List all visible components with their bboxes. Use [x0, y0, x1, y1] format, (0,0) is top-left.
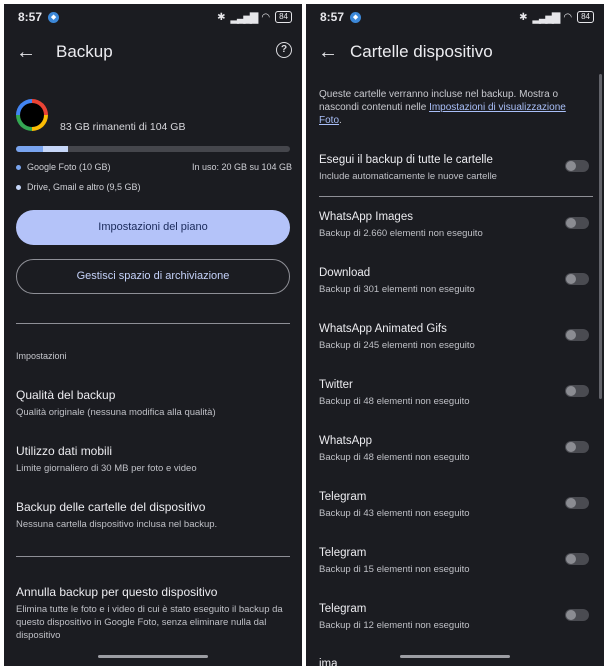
app-bar: ← Cartelle dispositivo [306, 30, 604, 74]
item-title: Utilizzo dati mobili [16, 444, 113, 458]
folder-name: Telegram [319, 491, 367, 503]
legend-other: Drive, Gmail e altro (9,5 GB) [16, 182, 141, 192]
storage-bar [16, 146, 290, 152]
legend-dot-other [16, 185, 21, 191]
folder-backup-toggle[interactable] [565, 217, 589, 229]
item-title: Backup delle cartelle del dispositivo [16, 500, 206, 514]
folder-status: Backup di 15 elementi non eseguito [319, 564, 470, 575]
folder-name: Twitter [319, 379, 353, 391]
status-bar: 8:57 ◆ ✱ ▂▃▅▇ ◠ 84 [306, 4, 604, 30]
help-icon[interactable]: ? [276, 42, 292, 58]
storage-bar-other [43, 146, 69, 152]
notification-icon: ◆ [350, 11, 362, 23]
back-arrow-icon[interactable]: ← [4, 41, 48, 64]
folder-backup-toggle[interactable] [565, 273, 589, 285]
signal-icon: ▂▃▅▇ [532, 11, 561, 24]
folder-status: Backup di 2.660 elementi non eseguito [319, 228, 483, 239]
storage-remaining: 83 GB rimanenti di 104 GB [60, 121, 186, 133]
legend-other-label: Drive, Gmail e altro (9,5 GB) [27, 182, 141, 192]
folder-backup-toggle[interactable] [565, 553, 589, 565]
bluetooth-icon: ✱ [217, 11, 226, 23]
folder-backup-toggle[interactable] [565, 385, 589, 397]
folder-row[interactable]: Twitter Backup di 48 elementi non eseguit… [319, 379, 589, 407]
google-account-avatar[interactable] [16, 99, 48, 131]
item-subtitle: Limite giornaliero di 30 MB per foto e v… [16, 463, 197, 474]
divider [319, 196, 593, 197]
folder-row[interactable]: Telegram Backup di 15 elementi non esegui… [319, 547, 589, 575]
folder-backup-toggle[interactable] [565, 441, 589, 453]
intro-text: Queste cartelle verranno incluse nel bac… [319, 88, 591, 127]
folder-name: Download [319, 267, 371, 279]
cancel-backup-item[interactable]: Annulla backup per questo dispositivo El… [16, 585, 292, 642]
page-title: Cartelle dispositivo [350, 42, 493, 61]
folder-row[interactable]: WhatsApp Backup di 48 elementi non esegui… [319, 435, 589, 463]
item-subtitle: Qualità originale (nessuna modifica alla… [16, 407, 216, 418]
folder-status: Backup di 301 elementi non eseguito [319, 284, 475, 295]
folder-status: Backup di 12 elementi non eseguito [319, 620, 470, 631]
status-time: 8:57 [18, 10, 43, 24]
battery-icon: 84 [275, 11, 292, 23]
folder-row[interactable]: Download Backup di 301 elementi non esegu… [319, 267, 589, 295]
item-title: Annulla backup per questo dispositivo [16, 585, 218, 599]
back-arrow-icon[interactable]: ← [306, 41, 350, 64]
wifi-icon: ◠ [261, 11, 271, 23]
folder-status: Backup di 48 elementi non eseguito [319, 396, 470, 407]
status-bar: 8:57 ◆ ✱ ▂▃▅▇ ◠ 84 [4, 4, 302, 30]
backup-all-toggle[interactable] [565, 160, 589, 172]
notification-icon: ◆ [48, 11, 60, 23]
home-indicator[interactable] [98, 655, 208, 658]
folder-status: Backup di 43 elementi non eseguito [319, 508, 470, 519]
folder-row[interactable]: WhatsApp Images Backup di 2.660 elementi … [319, 211, 589, 239]
folder-row[interactable]: Telegram Backup di 12 elementi non esegui… [319, 603, 589, 631]
intro-end: . [339, 115, 342, 126]
wifi-icon: ◠ [563, 11, 573, 23]
item-title: Qualità del backup [16, 388, 116, 402]
mobile-data-item[interactable]: Utilizzo dati mobili Limite giornaliero … [16, 444, 292, 475]
section-header-settings: Impostazioni [16, 351, 67, 361]
divider [16, 323, 290, 324]
page-title: Backup [56, 42, 113, 61]
bluetooth-icon: ✱ [519, 11, 528, 23]
legend-photos: Google Foto (10 GB) [16, 162, 111, 172]
home-indicator[interactable] [400, 655, 510, 658]
storage-bar-photos [16, 146, 44, 152]
folder-backup-toggle[interactable] [565, 329, 589, 341]
status-time: 8:57 [320, 10, 345, 24]
device-folders-item[interactable]: Backup delle cartelle del dispositivo Ne… [16, 500, 292, 531]
folder-row[interactable]: Telegram Backup di 43 elementi non esegui… [319, 491, 589, 519]
folder-status: Backup di 48 elementi non eseguito [319, 452, 470, 463]
item-subtitle: Nessuna cartella dispositivo inclusa nel… [16, 519, 218, 530]
folder-name: Telegram [319, 547, 367, 559]
divider [16, 556, 290, 557]
folder-name: WhatsApp [319, 435, 373, 447]
backup-screen: 8:57 ◆ ✱ ▂▃▅▇ ◠ 84 ← Backup ? 83 GB rima… [4, 4, 302, 666]
folder-name: WhatsApp Animated Gifs [319, 323, 447, 335]
storage-in-use: In uso: 20 GB su 104 GB [191, 162, 292, 172]
signal-icon: ▂▃▅▇ [230, 11, 259, 24]
folder-name: WhatsApp Images [319, 211, 413, 223]
folder-status: Backup di 245 elementi non eseguito [319, 340, 475, 351]
folder-backup-toggle[interactable] [565, 609, 589, 621]
backup-quality-item[interactable]: Qualità del backup Qualità originale (ne… [16, 388, 292, 419]
legend-photos-label: Google Foto (10 GB) [27, 162, 111, 172]
row-subtitle: Include automaticamente le nuove cartell… [319, 171, 497, 182]
battery-icon: 84 [577, 11, 594, 23]
app-bar: ← Backup ? [4, 30, 302, 74]
row-title: Esegui il backup di tutte le cartelle [319, 154, 493, 166]
folder-backup-toggle[interactable] [565, 497, 589, 509]
folder-row[interactable]: WhatsApp Animated Gifs Backup di 245 elem… [319, 323, 589, 351]
backup-all-folders-row[interactable]: Esegui il backup di tutte le cartelle In… [319, 154, 589, 182]
plan-settings-button[interactable]: Impostazioni del piano [16, 210, 290, 245]
device-folders-screen: 8:57 ◆ ✱ ▂▃▅▇ ◠ 84 ← Cartelle dispositiv… [306, 4, 604, 666]
folder-name: Telegram [319, 603, 367, 615]
scrollbar[interactable] [599, 74, 602, 399]
legend-dot-photos [16, 165, 21, 171]
manage-storage-button[interactable]: Gestisci spazio di archiviazione [16, 259, 290, 294]
folder-title-cutoff: ima [319, 658, 338, 666]
item-subtitle: Elimina tutte le foto e i video di cui è… [16, 604, 283, 641]
